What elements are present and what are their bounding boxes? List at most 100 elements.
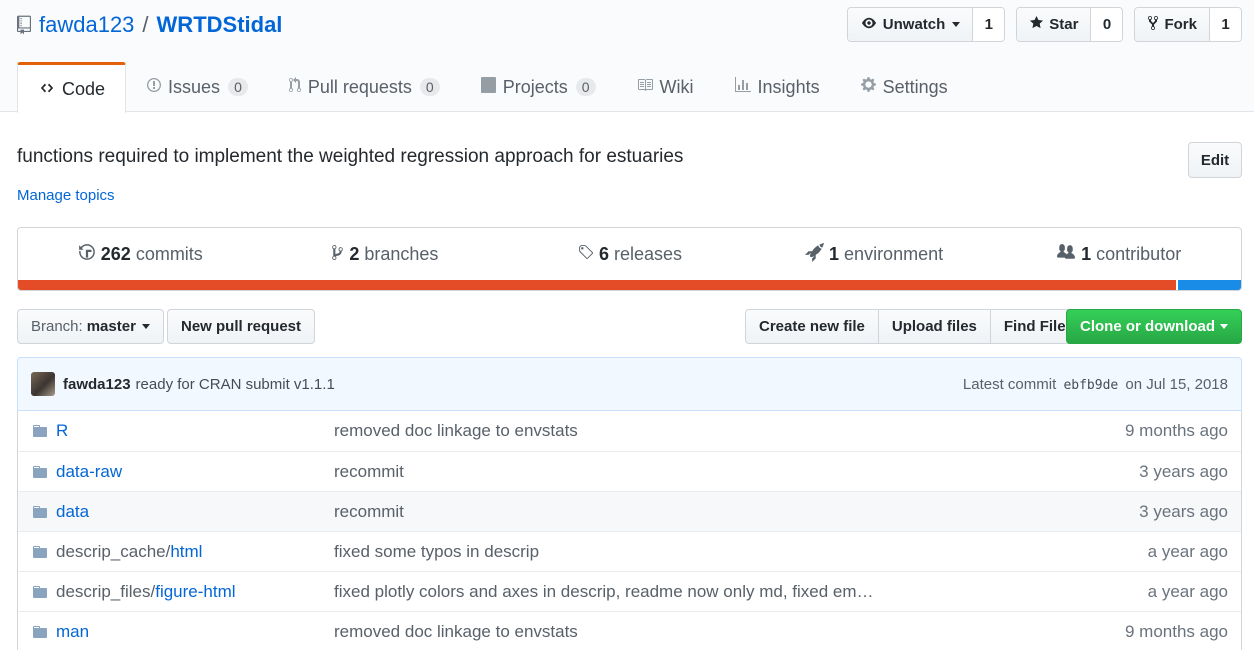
stargazers-count[interactable]: 0	[1091, 8, 1123, 41]
commit-author-link[interactable]: fawda123	[63, 376, 131, 393]
repo-name-link[interactable]: WRTDStidal	[157, 12, 283, 38]
file-age: 9 months ago	[1124, 421, 1228, 440]
file-age: 3 years ago	[1139, 461, 1228, 481]
upload-files-button[interactable]: Upload files	[878, 310, 991, 343]
contributors-link[interactable]: 1 contributor	[996, 228, 1241, 281]
releases-count: 6	[598, 244, 609, 264]
folder-icon	[18, 464, 56, 480]
file-name[interactable]: R	[56, 421, 334, 441]
graph-icon	[734, 76, 752, 98]
file-commit-message[interactable]: fixed plotly colors and axes in descrip,…	[334, 582, 1091, 602]
file-name[interactable]: man	[56, 622, 334, 642]
file-action-group: Create new file Upload files Find File	[745, 309, 1080, 344]
star-button[interactable]: Star	[1017, 8, 1092, 41]
project-icon	[480, 76, 497, 98]
environments-count: 1	[829, 244, 840, 264]
unwatch-button[interactable]: Unwatch	[847, 8, 974, 41]
language-bar[interactable]	[18, 280, 1241, 290]
book-icon	[636, 77, 654, 98]
file-commit-message[interactable]: fixed some typos in descrip	[334, 542, 1091, 562]
language-segment[interactable]	[1176, 280, 1241, 290]
folder-icon	[18, 423, 56, 439]
new-pull-request-button[interactable]: New pull request	[167, 309, 316, 344]
tab-settings[interactable]: Settings	[840, 62, 968, 112]
file-dir: descrip_cache/	[56, 541, 171, 561]
tab-issues[interactable]: Issues 0	[126, 62, 268, 112]
fork-group: Fork 1	[1134, 7, 1242, 42]
repo-description: functions required to implement the weig…	[17, 146, 684, 167]
star-group: Star 0	[1016, 7, 1124, 42]
file-commit-message[interactable]: removed doc linkage to envstats	[334, 622, 1091, 642]
history-icon	[78, 243, 96, 266]
latest-commit-bar: fawda123 ready for CRAN submit v1.1.1 La…	[17, 357, 1242, 411]
code-icon	[38, 79, 56, 100]
tab-insights-label: Insights	[757, 76, 820, 97]
create-new-file-button[interactable]: Create new file	[746, 310, 879, 343]
pull-request-icon	[288, 76, 302, 98]
file-age: 3 years ago	[1139, 501, 1228, 521]
unwatch-label: Unwatch	[882, 16, 946, 33]
watchers-count[interactable]: 1	[973, 8, 1005, 41]
folder-icon	[18, 624, 56, 640]
file-row: data-raw recommit 3 years ago	[18, 451, 1241, 491]
file-name[interactable]: descrip_cache/html	[56, 542, 334, 562]
file-name-link[interactable]: data	[56, 502, 89, 521]
language-segment[interactable]	[18, 280, 1177, 290]
tab-insights[interactable]: Insights	[714, 62, 840, 112]
file-commit-message[interactable]: removed doc linkage to envstats	[334, 421, 1091, 441]
releases-link[interactable]: 6 releases	[507, 228, 752, 281]
tab-pull-requests[interactable]: Pull requests 0	[268, 62, 460, 112]
file-name-link[interactable]: figure-html	[155, 582, 235, 601]
manage-topics-link[interactable]: Manage topics	[17, 187, 115, 204]
tab-wiki-label: Wiki	[659, 76, 694, 97]
chevron-down-icon	[141, 324, 150, 329]
clone-or-download-button[interactable]: Clone or download	[1066, 309, 1242, 344]
forks-count[interactable]: 1	[1210, 8, 1241, 41]
repo-numbers-summary: 262 commits 2 branches 6 releases 1 envi…	[17, 227, 1242, 291]
commits-count: 262	[100, 244, 131, 264]
star-icon	[1029, 15, 1044, 34]
environments-link[interactable]: 1 environment	[752, 228, 997, 281]
file-row: R removed doc linkage to envstats 9 mont…	[18, 411, 1241, 451]
file-name-link[interactable]: data-raw	[56, 462, 122, 481]
commit-sha-link[interactable]: ebfb9de	[1063, 378, 1118, 393]
tab-projects[interactable]: Projects 0	[460, 62, 616, 112]
fork-icon	[1147, 15, 1159, 35]
branch-select-button[interactable]: Branch: master	[17, 309, 164, 344]
folder-icon	[18, 584, 56, 600]
file-row: descrip_cache/html fixed some typos in d…	[18, 531, 1241, 571]
repo-header: fawda123 / WRTDStidal Unwatch 1 Star 0 F…	[0, 0, 1254, 113]
file-commit-message[interactable]: recommit	[334, 462, 1091, 482]
tab-projects-label: Projects	[502, 76, 568, 97]
file-row: descrip_files/figure-html fixed plotly c…	[18, 571, 1241, 611]
tab-wiki[interactable]: Wiki	[616, 62, 714, 112]
file-name-link[interactable]: R	[56, 421, 68, 440]
file-row: man removed doc linkage to envstats 9 mo…	[18, 611, 1241, 650]
chevron-down-icon	[952, 22, 961, 27]
file-name[interactable]: data-raw	[56, 462, 334, 482]
commit-message-link[interactable]: ready for CRAN submit v1.1.1	[136, 376, 335, 393]
edit-description-button[interactable]: Edit	[1188, 142, 1242, 178]
file-age: 9 months ago	[1124, 621, 1228, 641]
file-name[interactable]: data	[56, 502, 334, 522]
latest-commit-meta: Latest commit ebfb9de on Jul 15, 2018	[963, 376, 1228, 393]
tab-code-label: Code	[62, 78, 106, 99]
branches-link[interactable]: 2 branches	[263, 228, 508, 281]
file-name-link[interactable]: html	[170, 542, 202, 561]
file-age: a year ago	[1147, 581, 1228, 601]
commits-link[interactable]: 262 commits	[18, 228, 263, 281]
fork-button[interactable]: Fork	[1135, 8, 1210, 41]
chevron-down-icon	[1220, 324, 1228, 329]
issues-counter: 0	[228, 78, 248, 96]
file-name-link[interactable]: man	[56, 622, 89, 641]
file-name[interactable]: descrip_files/figure-html	[56, 582, 334, 602]
branches-label: branches	[364, 244, 439, 264]
repo-title: fawda123 / WRTDStidal	[17, 10, 282, 40]
tab-code[interactable]: Code	[17, 62, 127, 113]
repo-owner-link[interactable]: fawda123	[39, 12, 134, 38]
avatar[interactable]	[31, 372, 55, 396]
repo-icon	[17, 15, 31, 35]
file-commit-message[interactable]: recommit	[334, 502, 1091, 522]
gear-icon	[860, 76, 877, 98]
latest-commit-prefix: Latest commit	[962, 375, 1057, 393]
